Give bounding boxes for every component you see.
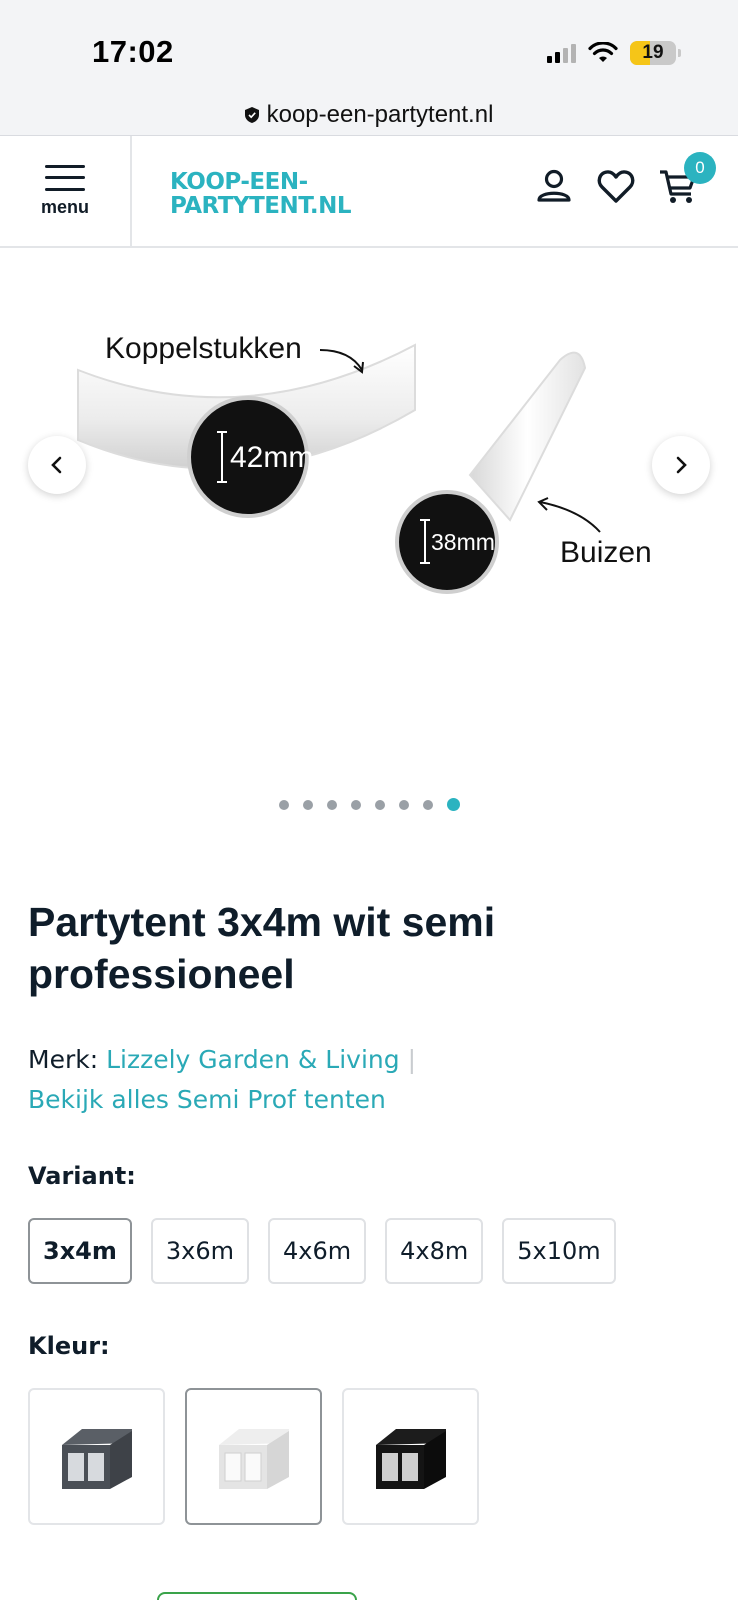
gallery-dot[interactable] (350, 799, 361, 810)
variant-label: Variant: (28, 1162, 136, 1190)
variant-option[interactable]: 4x6m (268, 1218, 367, 1284)
status-icons: 19 (547, 38, 681, 68)
gallery-next-button[interactable] (652, 436, 710, 494)
signal-icon (547, 43, 576, 63)
gallery-dot[interactable] (398, 799, 409, 810)
chevron-right-icon (676, 456, 687, 474)
gallery-dot[interactable] (374, 799, 385, 810)
brand-label: Merk: (28, 1045, 99, 1074)
variant-option[interactable]: 4x8m (385, 1218, 484, 1284)
hamburger-icon (45, 164, 85, 191)
status-time: 17:02 (92, 34, 174, 69)
product-image[interactable]: 42mm 38mm Koppelstukken Buizen (70, 320, 690, 620)
menu-label: menu (40, 196, 89, 217)
url-text: koop-een-partytent.nl (266, 101, 494, 128)
variant-option[interactable]: 3x4m (28, 1218, 132, 1284)
tube-size-label: 38mm (431, 529, 495, 555)
battery-level: 19 (642, 42, 664, 63)
view-all-link[interactable]: Bekijk alles Semi Prof tenten (28, 1085, 386, 1114)
tent-thumbnail (218, 1428, 289, 1489)
color-options (28, 1388, 479, 1525)
heart-icon[interactable] (596, 166, 636, 206)
product-gallery: 42mm 38mm Koppelstukken Buizen (0, 250, 738, 830)
gallery-pagination (0, 798, 738, 811)
wifi-icon (588, 42, 618, 62)
coupler-size-label: 42mm (230, 441, 313, 474)
battery-icon: 19 (630, 41, 681, 65)
shield-icon (244, 107, 259, 123)
variant-options: 3x4m 3x6m 4x6m 4x8m 5x10m (28, 1218, 616, 1284)
menu-button[interactable]: menu (0, 136, 132, 246)
site-logo[interactable]: KOOP-EEN- PARTYTENT.NL (170, 169, 352, 219)
gallery-dot[interactable] (302, 799, 313, 810)
gallery-dot[interactable] (326, 799, 337, 810)
tent-thumbnail (375, 1428, 446, 1489)
color-option-white[interactable] (185, 1388, 322, 1525)
address-bar[interactable]: koop-een-partytent.nl (0, 98, 738, 132)
logo-line-2: PARTYTENT.NL (170, 193, 352, 219)
color-label: Kleur: (28, 1332, 110, 1360)
add-to-cart-button[interactable] (157, 1592, 357, 1600)
gallery-dot[interactable] (422, 799, 433, 810)
site-header: menu KOOP-EEN- PARTYTENT.NL 0 (0, 136, 738, 248)
browser-chrome: 17:02 19 koop-een-partytent.nl (0, 0, 738, 136)
tubes-label: Buizen (560, 536, 652, 569)
gallery-dot[interactable] (446, 798, 460, 811)
chevron-left-icon (51, 456, 62, 474)
user-icon[interactable] (534, 166, 574, 206)
brand-line: Merk: Lizzely Garden & Living | Bekijk a… (28, 1040, 708, 1120)
separator: | (407, 1045, 417, 1074)
couplers-label: Koppelstukken (105, 332, 302, 365)
logo-line-1: KOOP-EEN- (170, 169, 308, 195)
color-option-black[interactable] (342, 1388, 479, 1525)
gallery-dot[interactable] (278, 799, 289, 810)
cart-button[interactable]: 0 (658, 152, 716, 206)
variant-option[interactable]: 3x6m (150, 1218, 250, 1284)
variant-option[interactable]: 5x10m (502, 1218, 616, 1284)
header-actions: 0 (534, 152, 716, 206)
cart-count-badge: 0 (684, 152, 716, 184)
tent-thumbnail (61, 1428, 132, 1489)
gallery-prev-button[interactable] (28, 436, 86, 494)
brand-link[interactable]: Lizzely Garden & Living (106, 1045, 400, 1074)
product-title: Partytent 3x4m wit semi professioneel (28, 899, 496, 997)
color-option-grey[interactable] (28, 1388, 165, 1525)
